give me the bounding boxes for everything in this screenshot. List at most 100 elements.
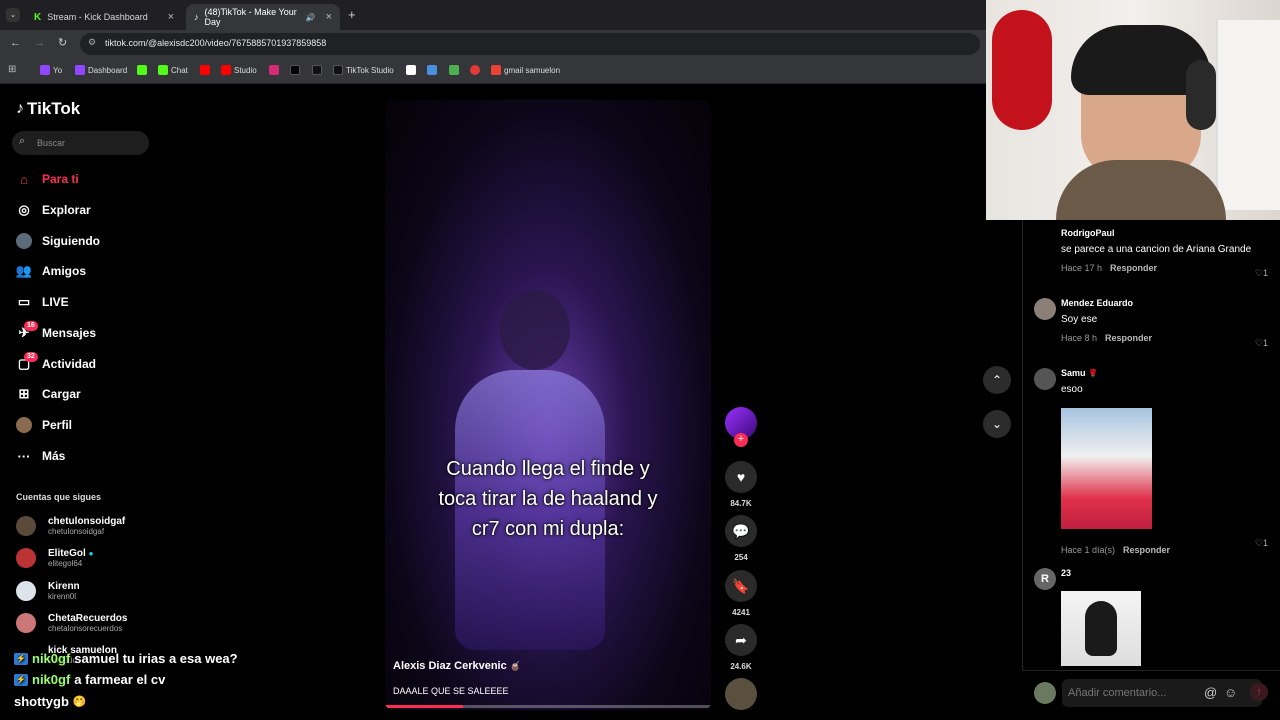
comment-time: Hace 1 día(s) [1061, 545, 1116, 555]
reload-icon[interactable]: ↻ [58, 36, 67, 49]
close-icon[interactable]: × [168, 11, 174, 23]
address-bar-row: ← → ↻ ⚙ tiktok.com/@alexisdc200/video/76… [0, 30, 986, 58]
like-count: 84.7K [730, 499, 752, 508]
tiktok-icon: ♪ [194, 12, 199, 22]
bookmark-misc-3[interactable] [449, 65, 459, 75]
bookmark-x[interactable] [290, 65, 300, 75]
bookmark-dashboard[interactable]: Dashboard [75, 65, 127, 75]
bookmark-misc-4[interactable] [470, 65, 480, 75]
avatar [1034, 682, 1056, 704]
tab-kick-dashboard[interactable]: K Stream - Kick Dashboard × [26, 4, 182, 30]
avatar[interactable]: R [1034, 568, 1056, 590]
follow-plus-icon[interactable]: + [734, 433, 748, 447]
mention-icon[interactable]: @ [1204, 685, 1217, 700]
reply-button[interactable]: Responder [1105, 333, 1152, 343]
avatar[interactable] [1034, 368, 1056, 390]
comment-time: Hace 17 h [1061, 263, 1103, 273]
tiktok-logo[interactable]: ♪ TikTok [16, 99, 80, 119]
bookmark-kick[interactable] [137, 65, 147, 75]
nav-siguiendo[interactable]: Siguiendo [16, 233, 100, 249]
chat-message: ⚡ nik0gf samuel tu irias a esa wea? [14, 651, 238, 666]
nav-cargar[interactable]: ⊞ Cargar [16, 386, 81, 402]
progress-track[interactable] [385, 705, 711, 708]
tab-search-button[interactable]: ⌄ [6, 8, 20, 22]
emoji-icon[interactable]: ☺ [1224, 685, 1237, 700]
comment-image[interactable] [1061, 408, 1152, 529]
nav-mas[interactable]: ··· Más [16, 448, 66, 464]
comment-button[interactable]: 💬 254 [725, 515, 757, 562]
save-button[interactable]: 🔖 4241 [725, 570, 757, 617]
reply-button[interactable]: Responder [1123, 545, 1170, 555]
apps-grid-icon[interactable]: ⊞ [8, 64, 16, 75]
rose-icon: 🌹 [1088, 369, 1098, 378]
share-button[interactable]: ➦ 24.6K [725, 624, 757, 671]
comment-text: se parece a una cancion de Ariana Grande [1061, 244, 1252, 255]
followed-account[interactable]: EliteGol ● elitegol64 [16, 548, 93, 568]
profile-icon [16, 417, 32, 433]
heart-outline-icon: ♡ [1254, 268, 1263, 278]
previous-video-button[interactable]: ⌃ [983, 366, 1011, 394]
bookmark-studio[interactable]: Studio [221, 65, 257, 75]
comment-user[interactable]: 23 [1061, 568, 1274, 578]
avatar[interactable] [1034, 298, 1056, 320]
comment-user[interactable]: Mendez Eduardo [1061, 298, 1274, 308]
save-count: 4241 [732, 608, 750, 617]
avatar [16, 581, 36, 601]
nav-amigos[interactable]: 👥 Amigos [16, 263, 86, 279]
bookmark-tiktok-studio[interactable]: TikTok Studio [333, 65, 394, 75]
comment-user[interactable]: RodrigoPaul [1061, 228, 1274, 238]
new-tab-button[interactable]: + [348, 7, 356, 22]
nav-explorar[interactable]: ◎ Explorar [16, 202, 90, 218]
bookmark-yo[interactable]: Yo [40, 65, 62, 75]
heart-outline-icon: ♡ [1254, 538, 1263, 548]
followed-account[interactable]: Kirenn kirenn0l [16, 581, 80, 601]
bookmark-instagram[interactable] [269, 65, 279, 75]
gmail-icon [491, 65, 501, 75]
comment-item: RodrigoPaul se parece a una cancion de A… [1034, 228, 1274, 278]
next-video-button[interactable]: ⌄ [983, 410, 1011, 438]
tab-tiktok[interactable]: ♪ (48)TikTok - Make Your Day 🔊 × [186, 4, 340, 30]
reply-button[interactable]: Responder [1110, 263, 1157, 273]
comment-user[interactable]: Samu [1061, 368, 1086, 378]
comment-sticker[interactable] [1061, 591, 1141, 666]
url-field[interactable]: ⚙ tiktok.com/@alexisdc200/video/76758857… [80, 33, 980, 55]
bookmark-misc-1[interactable] [406, 65, 416, 75]
send-button[interactable]: ↑ [1250, 683, 1268, 701]
followed-account[interactable]: chetulonsoidgaf chetulonsoidgaf [16, 516, 125, 536]
shelf [1216, 20, 1280, 210]
twitch-icon [40, 65, 50, 75]
tab-title: (48)TikTok - Make Your Day [204, 7, 297, 27]
close-icon[interactable]: × [326, 11, 332, 23]
author-avatar-button[interactable]: + [725, 407, 757, 447]
video-player[interactable]: Cuando llega el finde y toca tirar la de… [385, 100, 711, 710]
comment-input[interactable]: Añadir comentario... @ ☺ [1062, 679, 1262, 707]
bookmark-gmail[interactable]: gmail samuelon [491, 65, 560, 75]
progress-fill [385, 705, 464, 708]
friends-icon: 👥 [15, 263, 33, 278]
comment-like-button[interactable]: ♡1 [1255, 338, 1268, 349]
bookmark-chat[interactable]: Chat [158, 65, 188, 75]
bookmark-tiktok[interactable] [312, 65, 322, 75]
like-button[interactable]: ♥ 84.7K [725, 461, 757, 508]
bookmark-youtube[interactable] [200, 65, 210, 75]
x-icon [290, 65, 300, 75]
more-icon: ··· [17, 448, 31, 464]
comment-like-button[interactable]: ♡1 [1255, 268, 1268, 279]
forward-icon[interactable]: → [34, 37, 45, 49]
nav-live[interactable]: ▭ LIVE [16, 294, 69, 310]
site-info-icon[interactable]: ⚙ [88, 37, 96, 48]
search-icon: ⌕ [19, 135, 26, 147]
nav-para-ti[interactable]: ⌂ Para ti [16, 171, 79, 187]
sound-disc-button[interactable] [725, 678, 757, 710]
video-person-head [500, 290, 570, 370]
avatar [16, 613, 36, 633]
video-author[interactable]: Alexis Diaz Cerkvenic 🧉 [393, 660, 521, 672]
chevron-up-icon: ⌃ [991, 373, 1003, 387]
nav-perfil[interactable]: Perfil [16, 417, 72, 433]
audio-icon[interactable]: 🔊 [306, 13, 316, 22]
back-icon[interactable]: ← [10, 37, 21, 49]
followed-account[interactable]: ChetaRecuerdos chetalonsorecuerdos [16, 613, 127, 633]
search-input[interactable]: ⌕ Buscar [12, 131, 149, 155]
bookmark-misc-2[interactable] [427, 65, 437, 75]
comment-like-button[interactable]: ♡1 [1255, 538, 1268, 549]
